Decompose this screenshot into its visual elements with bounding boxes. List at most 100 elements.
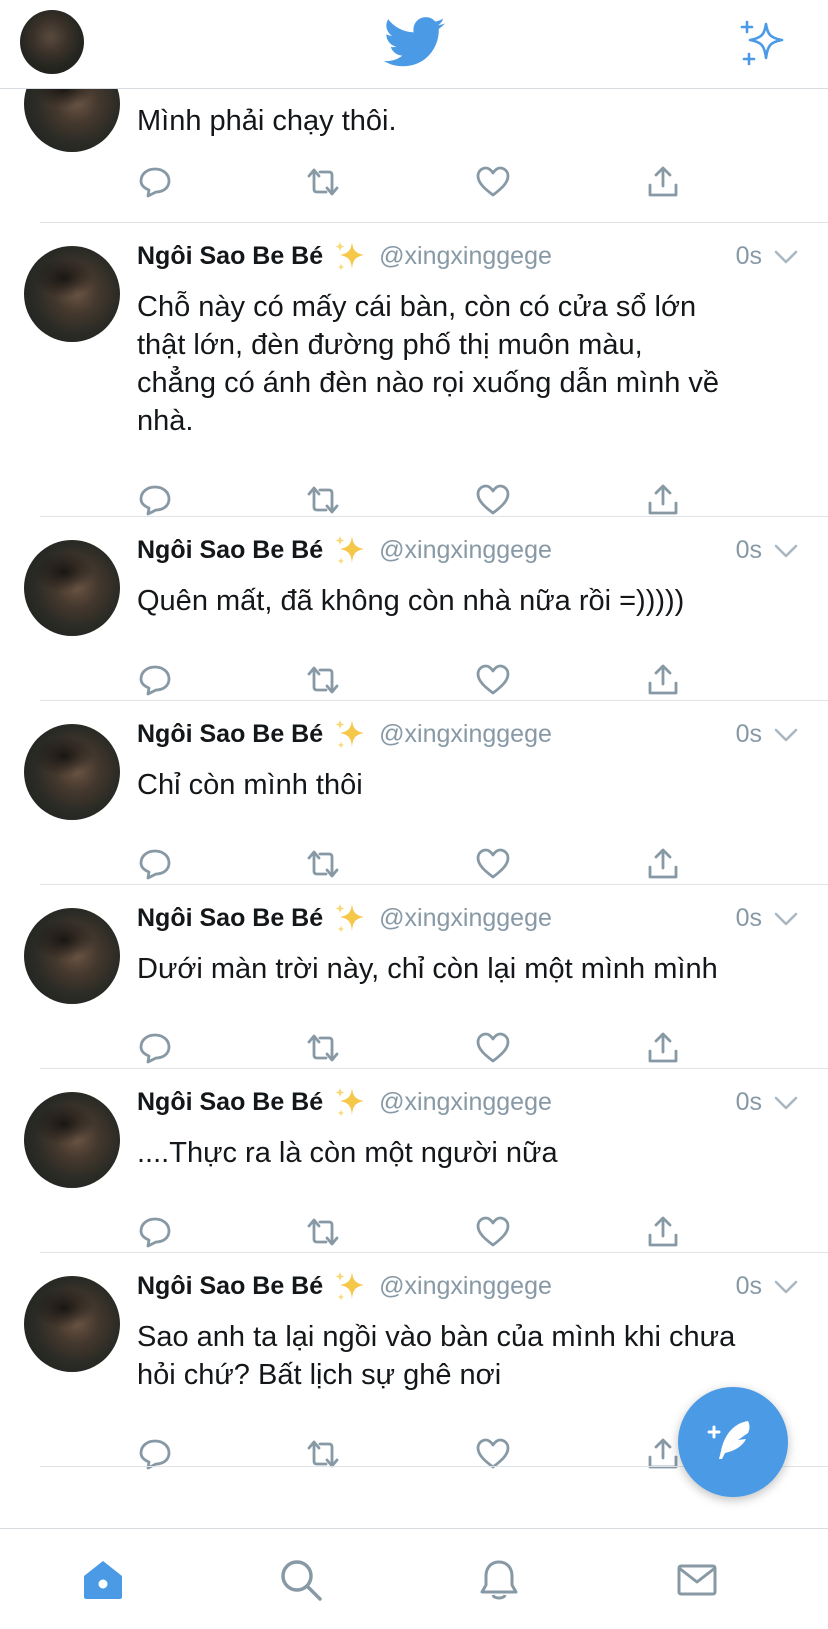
- home-icon: [84, 1561, 122, 1599]
- top-bar: [0, 0, 828, 89]
- sparkles-emoji-icon: [335, 241, 365, 271]
- avatar[interactable]: [24, 246, 120, 342]
- like-icon[interactable]: [475, 164, 511, 200]
- reply-icon[interactable]: [137, 164, 173, 200]
- twitter-bird-icon: [384, 17, 445, 67]
- like-icon[interactable]: [475, 846, 511, 882]
- share-icon[interactable]: [645, 1030, 681, 1066]
- retweet-icon[interactable]: [305, 482, 341, 518]
- divider: [40, 1252, 828, 1253]
- share-icon[interactable]: [645, 482, 681, 518]
- tweet-text: Quên mất, đã không còn nhà nữa rồi =))))…: [137, 582, 797, 620]
- sparkles-emoji-icon: [335, 1271, 365, 1301]
- bottom-nav: [0, 1528, 828, 1629]
- share-icon[interactable]: [645, 164, 681, 200]
- chevron-down-icon[interactable]: [774, 249, 798, 265]
- mail-icon: [677, 1564, 717, 1596]
- tweet-text-line: thật lớn, đèn đường phố thị muôn màu,: [137, 329, 643, 361]
- tweet-header: Ngôi Sao Be Bé @xingxinggege: [137, 1082, 552, 1122]
- chevron-down-icon[interactable]: [774, 911, 798, 927]
- author-name[interactable]: Ngôi Sao Be Bé: [137, 536, 323, 565]
- author-handle[interactable]: @xingxinggege: [379, 1088, 552, 1117]
- reply-icon[interactable]: [137, 482, 173, 518]
- tweet-header: Ngôi Sao Be Bé @xingxinggege: [137, 530, 552, 570]
- reply-icon[interactable]: [137, 1030, 173, 1066]
- like-icon[interactable]: [475, 1030, 511, 1066]
- tweet-text-line: hỏi chứ? Bất lịch sự ghê nơi: [137, 1359, 502, 1391]
- author-name[interactable]: Ngôi Sao Be Bé: [137, 242, 323, 271]
- retweet-icon[interactable]: [305, 1214, 341, 1250]
- chevron-down-icon[interactable]: [774, 727, 798, 743]
- retweet-icon[interactable]: [305, 662, 341, 698]
- tweet-text-line: chẳng có ánh đèn nào rọi xuống dẫn mình …: [137, 367, 720, 399]
- tweet-time: 0s: [735, 1272, 762, 1300]
- like-icon[interactable]: [475, 1214, 511, 1250]
- retweet-icon[interactable]: [305, 164, 341, 200]
- tweet-header: Ngôi Sao Be Bé @xingxinggege: [137, 236, 552, 276]
- author-handle[interactable]: @xingxinggege: [379, 1272, 552, 1301]
- tweet-time: 0s: [735, 720, 762, 748]
- search-icon: [281, 1560, 322, 1601]
- tweet-text: Chỉ còn mình thôi: [137, 766, 797, 804]
- nav-search[interactable]: [278, 1557, 324, 1603]
- divider: [40, 222, 828, 223]
- author-handle[interactable]: @xingxinggege: [379, 536, 552, 565]
- tweet-text-line: Sao anh ta lại ngồi vào bàn của mình khi…: [137, 1321, 736, 1353]
- chevron-down-icon[interactable]: [774, 1095, 798, 1111]
- tweet-text-line: ....Thực ra là còn một người nữa: [137, 1137, 558, 1169]
- bell-icon: [480, 1560, 518, 1600]
- avatar[interactable]: [24, 540, 120, 636]
- tweet-time: 0s: [735, 242, 762, 270]
- tweet-text: Sao anh ta lại ngồi vào bàn của mình khi…: [137, 1318, 797, 1394]
- share-icon[interactable]: [645, 662, 681, 698]
- avatar[interactable]: [24, 724, 120, 820]
- tweet-header: Ngôi Sao Be Bé @xingxinggege: [137, 714, 552, 754]
- reply-icon[interactable]: [137, 1214, 173, 1250]
- tweet-text: Dưới màn trời này, chỉ còn lại một mình …: [137, 950, 797, 988]
- reply-icon[interactable]: [137, 846, 173, 882]
- nav-home[interactable]: [80, 1557, 126, 1603]
- nav-messages[interactable]: [674, 1557, 720, 1603]
- sparkles-emoji-icon: [335, 719, 365, 749]
- author-handle[interactable]: @xingxinggege: [379, 720, 552, 749]
- compose-tweet-button[interactable]: [678, 1387, 788, 1497]
- nav-notifications[interactable]: [476, 1557, 522, 1603]
- divider: [40, 1068, 828, 1069]
- tweet-header: Ngôi Sao Be Bé @xingxinggege: [137, 898, 552, 938]
- tweet-header: Ngôi Sao Be Bé @xingxinggege: [137, 1266, 552, 1306]
- author-handle[interactable]: @xingxinggege: [379, 904, 552, 933]
- tweet-text-line: nhà.: [137, 405, 194, 437]
- share-icon[interactable]: [645, 1214, 681, 1250]
- retweet-icon[interactable]: [305, 846, 341, 882]
- sparkles-emoji-icon: [335, 535, 365, 565]
- tweet-time: 0s: [735, 1088, 762, 1116]
- reply-icon[interactable]: [137, 662, 173, 698]
- like-icon[interactable]: [475, 662, 511, 698]
- tweet-text: Chỗ này có mấy cái bàn, còn có cửa sổ lớ…: [137, 288, 797, 440]
- like-icon[interactable]: [475, 482, 511, 518]
- tweet-time: 0s: [735, 536, 762, 564]
- sparkle-icon[interactable]: [738, 18, 788, 68]
- divider: [40, 516, 828, 517]
- author-name[interactable]: Ngôi Sao Be Bé: [137, 904, 323, 933]
- avatar[interactable]: [24, 1276, 120, 1372]
- chevron-down-icon[interactable]: [774, 1279, 798, 1295]
- author-name[interactable]: Ngôi Sao Be Bé: [137, 720, 323, 749]
- tweet-text-line: Chỉ còn mình thôi: [137, 769, 363, 801]
- share-icon[interactable]: [645, 846, 681, 882]
- author-name[interactable]: Ngôi Sao Be Bé: [137, 1272, 323, 1301]
- author-handle[interactable]: @xingxinggege: [379, 242, 552, 271]
- tweet-actions: [137, 1214, 697, 1254]
- sparkles-emoji-icon: [335, 1087, 365, 1117]
- tweet-text: ....Thực ra là còn một người nữa: [137, 1134, 797, 1172]
- profile-avatar[interactable]: [20, 10, 84, 74]
- tweet-actions: [137, 662, 697, 702]
- avatar[interactable]: [24, 908, 120, 1004]
- tweet-actions: [137, 1436, 697, 1476]
- avatar[interactable]: [24, 1092, 120, 1188]
- chevron-down-icon[interactable]: [774, 543, 798, 559]
- author-name[interactable]: Ngôi Sao Be Bé: [137, 1088, 323, 1117]
- tweet-actions: [137, 164, 697, 204]
- tweet-text-line: Dưới màn trời này, chỉ còn lại một mình …: [137, 953, 718, 985]
- retweet-icon[interactable]: [305, 1030, 341, 1066]
